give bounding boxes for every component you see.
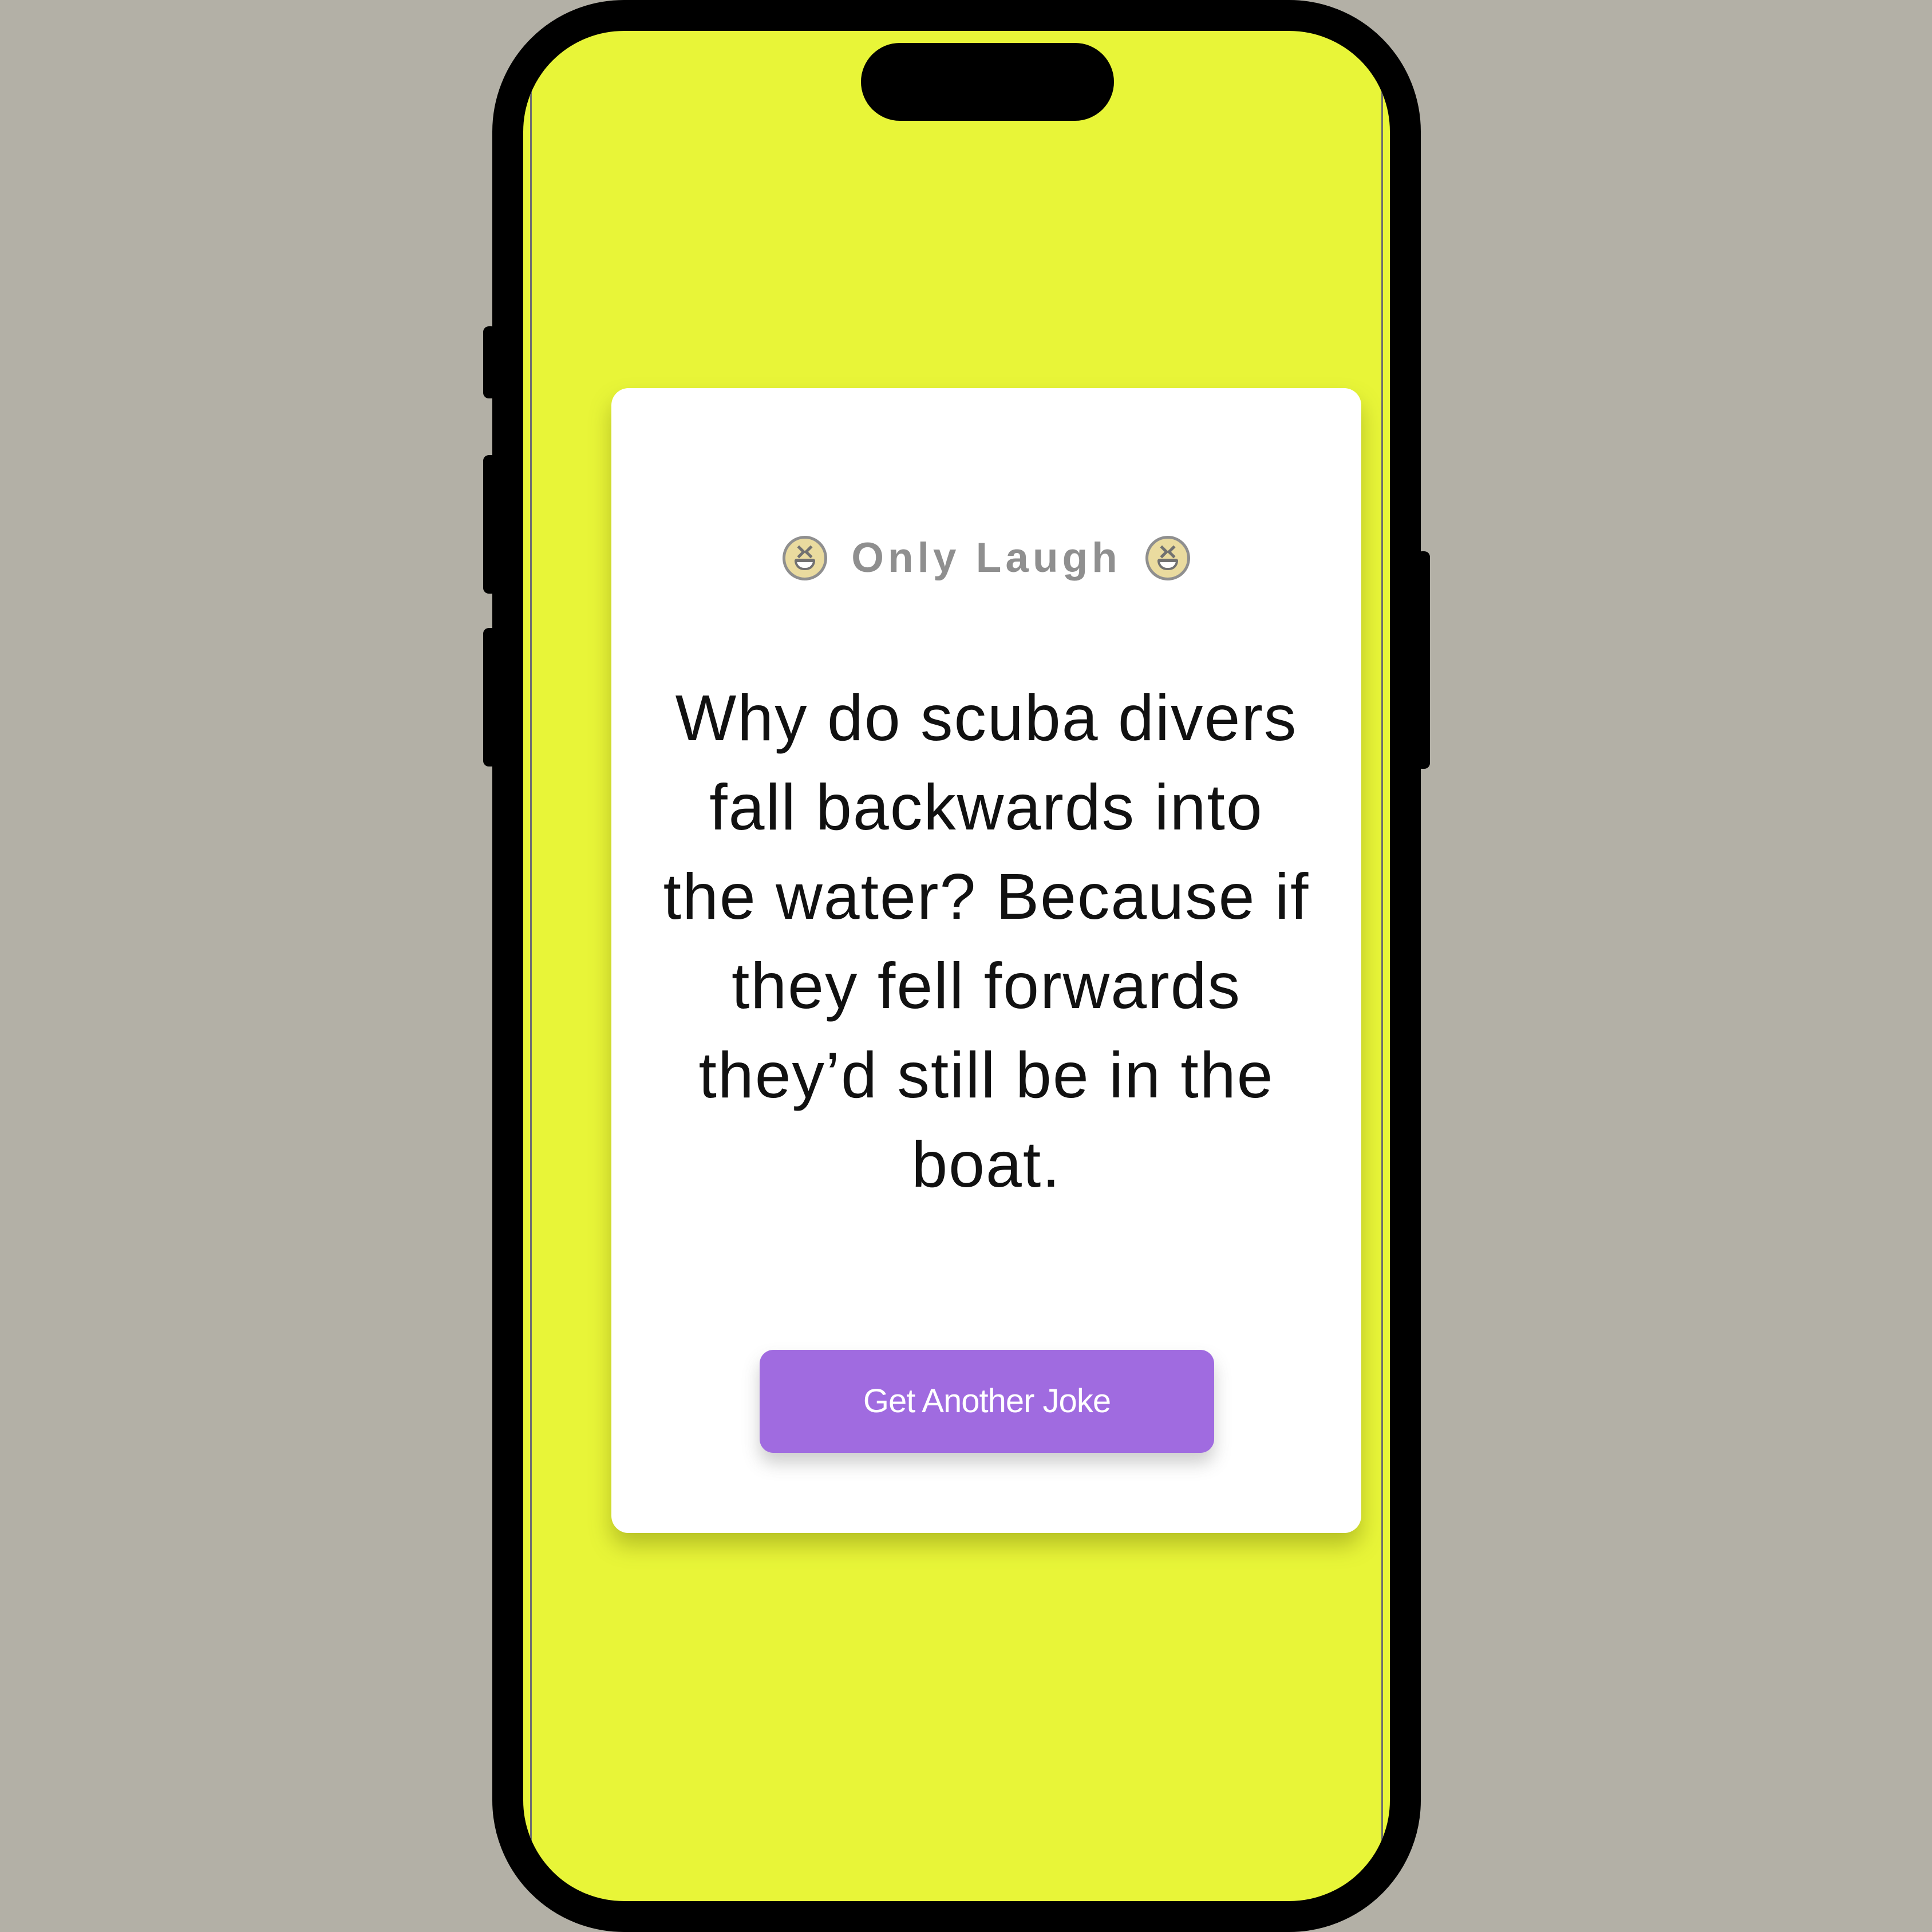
laughing-face-icon <box>783 535 828 580</box>
laughing-mouth-icon <box>795 558 816 570</box>
dynamic-island <box>861 43 1114 121</box>
laughing-face-icon <box>1145 535 1190 580</box>
get-another-joke-button[interactable]: Get Another Joke <box>760 1350 1214 1453</box>
laughing-eye-icon <box>1167 545 1180 558</box>
phone-frame: Only Laugh Why do scuba divers fall back… <box>492 0 1421 1932</box>
laughing-eye-icon <box>804 545 817 558</box>
brand-header: Only Laugh <box>611 534 1361 582</box>
laughing-mouth-icon <box>1157 558 1178 570</box>
joke-text: Why do scuba divers fall backwards into … <box>663 682 1310 1200</box>
brand-title: Only Laugh <box>851 535 1121 581</box>
joke-card: Only Laugh Why do scuba divers fall back… <box>611 388 1361 1533</box>
